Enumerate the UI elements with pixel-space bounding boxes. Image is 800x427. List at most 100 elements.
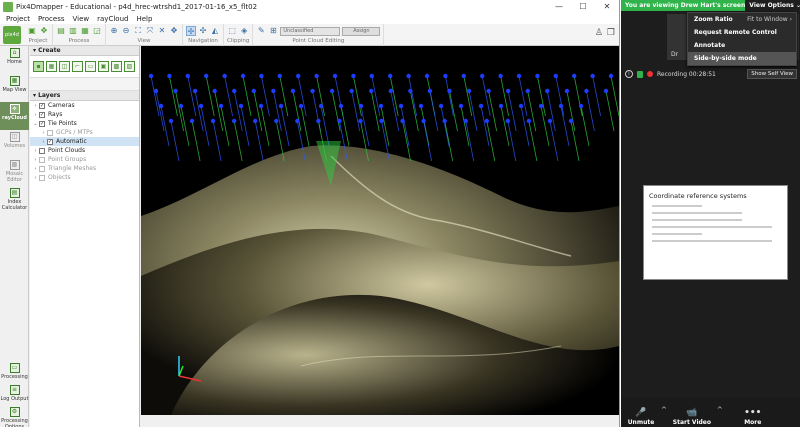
- camera-position-marker[interactable]: [222, 73, 227, 79]
- camera-position-marker[interactable]: [486, 88, 491, 94]
- create-mesh-icon[interactable]: ▣: [98, 61, 109, 72]
- camera-position-marker[interactable]: [185, 73, 190, 79]
- layer-item[interactable]: › ✓ Cameras: [30, 101, 139, 110]
- camera-position-marker[interactable]: [498, 73, 503, 79]
- layer-item[interactable]: › Point Groups: [30, 155, 139, 164]
- camera-position-marker[interactable]: [398, 103, 404, 109]
- nav-raycloud[interactable]: ⟡ rayCloud: [0, 102, 29, 130]
- window-mode-icon[interactable]: ❐: [607, 28, 615, 38]
- camera-position-marker[interactable]: [463, 118, 468, 124]
- process-step2-icon[interactable]: ▥: [68, 26, 78, 36]
- camera-position-marker[interactable]: [535, 73, 540, 79]
- camera-position-marker[interactable]: [198, 103, 204, 109]
- create-plane-icon[interactable]: ▭: [85, 61, 96, 72]
- camera-position-marker[interactable]: [369, 88, 374, 94]
- camera-position-marker[interactable]: [189, 118, 195, 124]
- expand-chevron-icon[interactable]: ›: [32, 103, 39, 109]
- camera-position-marker[interactable]: [351, 73, 356, 79]
- camera-position-marker[interactable]: [498, 103, 504, 109]
- camera-position-marker[interactable]: [558, 103, 564, 109]
- camera-position-marker[interactable]: [564, 88, 570, 94]
- camera-position-marker[interactable]: [232, 88, 237, 94]
- menu-help[interactable]: Help: [132, 15, 156, 23]
- layer-item[interactable]: › GCPs / MTPs: [30, 128, 139, 137]
- add-class-icon[interactable]: ⊞: [268, 26, 278, 36]
- camera-position-marker[interactable]: [379, 118, 384, 124]
- camera-position-marker[interactable]: [584, 88, 589, 94]
- create-other-icon[interactable]: ▨: [124, 61, 135, 72]
- zoom-extent-icon[interactable]: ⛶: [133, 26, 143, 36]
- camera-position-marker[interactable]: [590, 73, 595, 79]
- class-select[interactable]: Unclassified: [280, 26, 341, 36]
- create-grid-icon[interactable]: ▩: [111, 61, 122, 72]
- camera-position-marker[interactable]: [424, 73, 430, 79]
- camera-position-marker[interactable]: [553, 73, 558, 79]
- layer-item[interactable]: ⌄ ✓ Tie Points: [30, 119, 139, 128]
- nav-volumes[interactable]: ◫ Volumes: [0, 130, 29, 158]
- trackball-icon[interactable]: ✢: [186, 26, 196, 36]
- layer-checkbox[interactable]: ✓: [39, 102, 45, 109]
- layer-item[interactable]: › Point Clouds: [30, 146, 139, 155]
- camera-position-marker[interactable]: [603, 88, 609, 94]
- camera-position-marker[interactable]: [484, 118, 489, 124]
- camera-position-marker[interactable]: [231, 118, 237, 124]
- camera-position-marker[interactable]: [427, 88, 433, 94]
- camera-position-marker[interactable]: [298, 103, 304, 109]
- camera-position-marker[interactable]: [253, 118, 258, 124]
- expand-chevron-icon[interactable]: ›: [32, 166, 39, 172]
- camera-position-marker[interactable]: [378, 103, 384, 109]
- layer-checkbox[interactable]: [47, 129, 53, 136]
- camera-position-marker[interactable]: [310, 88, 315, 94]
- camera-position-marker[interactable]: [568, 118, 574, 124]
- menu-zoom-ratio[interactable]: Zoom Ratio Fit to Window ›: [688, 13, 796, 26]
- camera-position-marker[interactable]: [526, 118, 532, 124]
- pan-icon[interactable]: ✥: [169, 26, 179, 36]
- camera-position-marker[interactable]: [369, 73, 374, 79]
- camera-position-marker[interactable]: [480, 73, 485, 79]
- camera-position-marker[interactable]: [204, 73, 209, 79]
- layer-checkbox[interactable]: [39, 156, 45, 163]
- camera-position-marker[interactable]: [153, 88, 159, 94]
- camera-position-marker[interactable]: [240, 73, 246, 79]
- create-point-icon[interactable]: ▪: [33, 61, 44, 72]
- camera-position-marker[interactable]: [338, 103, 344, 109]
- camera-position-marker[interactable]: [271, 88, 276, 94]
- menu-side-by-side-mode[interactable]: Side-by-side mode: [688, 52, 796, 65]
- layer-item[interactable]: › ✓ Rays: [30, 110, 139, 119]
- camera-position-marker[interactable]: [178, 103, 184, 109]
- camera-position-marker[interactable]: [314, 73, 319, 79]
- camera-position-marker[interactable]: [274, 118, 279, 124]
- layer-item[interactable]: › ✓ Automatic: [30, 137, 139, 146]
- zoom-in-icon[interactable]: ⊕: [109, 26, 119, 36]
- zoom-out-icon[interactable]: ⊖: [121, 26, 131, 36]
- camera-position-marker[interactable]: [251, 88, 257, 94]
- camera-position-marker[interactable]: [318, 103, 324, 109]
- nav-log-output[interactable]: ≡ Log Output: [0, 383, 29, 405]
- menu-request-remote-control[interactable]: Request Remote Control: [688, 26, 796, 39]
- camera-position-marker[interactable]: [168, 118, 174, 124]
- camera-position-marker[interactable]: [458, 103, 464, 109]
- camera-position-marker[interactable]: [290, 88, 296, 94]
- orbit-icon[interactable]: ◭: [210, 26, 220, 36]
- menu-view[interactable]: View: [69, 15, 94, 23]
- expand-chevron-icon[interactable]: ›: [40, 130, 47, 136]
- camera-position-marker[interactable]: [337, 118, 342, 124]
- nav-processing[interactable]: ▭ Processing: [0, 361, 29, 383]
- menu-annotate[interactable]: Annotate: [688, 39, 796, 52]
- camera-position-marker[interactable]: [406, 73, 411, 79]
- camera-position-marker[interactable]: [173, 88, 178, 94]
- create-header[interactable]: ▾ Create: [30, 46, 139, 56]
- process-step1-icon[interactable]: ▤: [56, 26, 66, 36]
- unmute-button[interactable]: 🎤 Unmute: [621, 407, 661, 426]
- expand-chevron-icon[interactable]: ⌄: [32, 121, 39, 127]
- nav-index-calculator[interactable]: ▤ Index Calculator: [0, 186, 29, 214]
- clipping-box-icon[interactable]: ⬚: [227, 26, 237, 36]
- camera-position-marker[interactable]: [238, 103, 244, 109]
- edit-points-icon[interactable]: ✎: [256, 26, 266, 36]
- camera-position-marker[interactable]: [547, 118, 553, 124]
- camera-position-marker[interactable]: [332, 73, 338, 79]
- layers-header[interactable]: ▾ Layers: [30, 91, 139, 101]
- info-icon[interactable]: i: [625, 70, 633, 78]
- camera-position-marker[interactable]: [212, 88, 217, 94]
- shared-slide-thumbnail[interactable]: Coordinate reference systems: [643, 185, 788, 280]
